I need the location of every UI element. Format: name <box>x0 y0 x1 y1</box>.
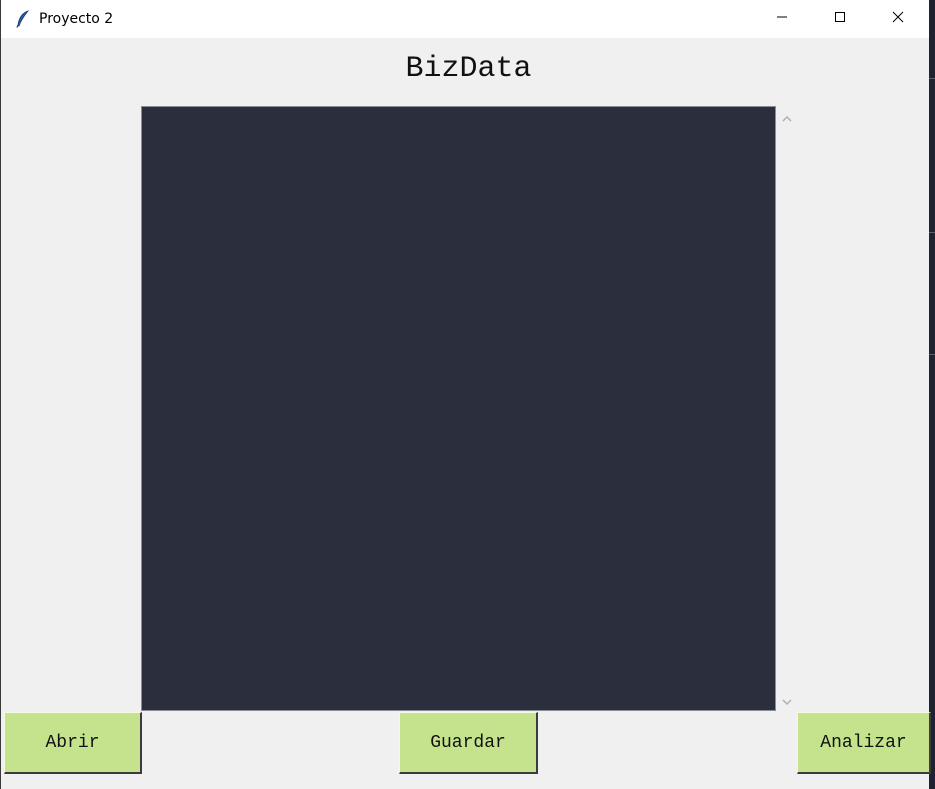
desktop-background <box>929 0 935 789</box>
editor-text-area[interactable] <box>141 106 776 711</box>
maximize-icon <box>834 10 846 28</box>
maximize-button[interactable] <box>811 0 869 38</box>
scroll-up-icon[interactable] <box>778 110 796 128</box>
feather-icon <box>15 10 31 28</box>
analyze-button[interactable]: Analizar <box>797 712 931 774</box>
close-button[interactable] <box>869 0 927 38</box>
save-button[interactable]: Guardar <box>399 712 538 774</box>
editor-scrollbar[interactable] <box>778 106 796 711</box>
app-window: Proyecto 2 BizData Abrir Guardar Analiza… <box>0 0 931 789</box>
title-bar[interactable]: Proyecto 2 <box>1 0 929 38</box>
open-button[interactable]: Abrir <box>4 712 142 774</box>
scroll-down-icon[interactable] <box>778 693 796 711</box>
app-heading: BizData <box>405 52 532 86</box>
close-icon <box>892 10 904 28</box>
window-title: Proyecto 2 <box>39 11 114 27</box>
minimize-button[interactable] <box>753 0 811 38</box>
minimize-icon <box>776 10 788 28</box>
